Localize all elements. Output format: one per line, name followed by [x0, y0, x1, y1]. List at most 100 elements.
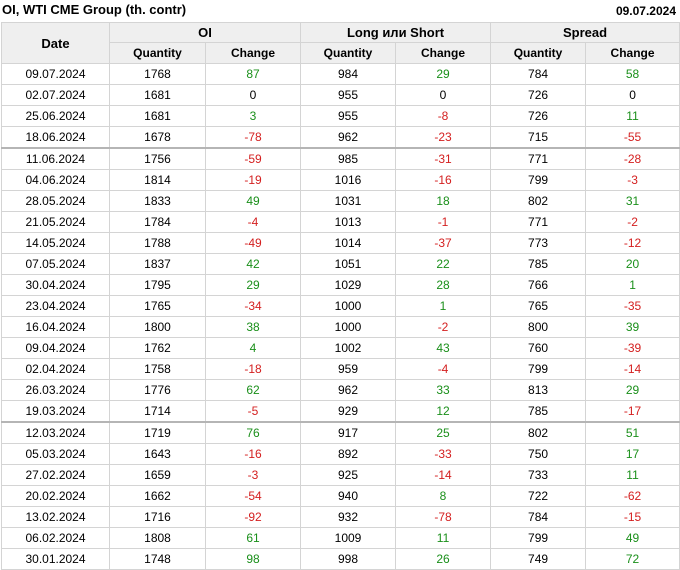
date-cell: 13.02.2024 — [1, 506, 110, 528]
table-row: 09.04.2024 1762 4 1002 43 760 -39 — [1, 337, 680, 359]
oi-quantity-cell: 1795 — [109, 274, 206, 296]
table-row: 19.03.2024 1714 -5 929 12 785 -17 — [1, 400, 680, 423]
oi-change-cell: -16 — [204, 443, 302, 465]
table-row: 26.03.2024 1776 62 962 33 813 29 — [1, 379, 680, 401]
long-short-quantity-cell: 1009 — [300, 527, 397, 549]
oi-change-cell: -59 — [204, 147, 302, 170]
spread-change-cell: 1 — [585, 274, 680, 296]
spread-change-cell: 17 — [585, 443, 680, 465]
table-row: 12.03.2024 1719 76 917 25 802 51 — [1, 421, 680, 444]
long-short-quantity-cell: 929 — [300, 400, 397, 423]
oi-quantity-cell: 1765 — [109, 295, 206, 317]
oi-change-cell: -19 — [204, 169, 302, 191]
long-short-quantity-cell: 959 — [300, 358, 397, 380]
spread-change-cell: -62 — [585, 485, 680, 507]
long-short-change-cell: 0 — [395, 84, 492, 106]
oi-quantity-cell: 1681 — [109, 105, 206, 127]
oi-quantity-cell: 1768 — [109, 63, 206, 85]
long-short-change-cell: 29 — [395, 63, 492, 85]
oi-change-cell: -54 — [204, 485, 302, 507]
oi-quantity-cell: 1681 — [109, 84, 206, 106]
date-cell: 09.07.2024 — [1, 63, 110, 85]
oi-change-cell: 49 — [204, 190, 302, 212]
long-short-change-cell: -23 — [395, 126, 492, 149]
long-short-quantity-cell: 1000 — [300, 295, 397, 317]
spread-quantity-cell: 785 — [490, 253, 587, 275]
long-short-quantity-cell: 962 — [300, 126, 397, 149]
spread-quantity-cell: 799 — [490, 527, 587, 549]
spread-change-cell: -2 — [585, 211, 680, 233]
date-cell: 02.07.2024 — [1, 84, 110, 106]
oi-change-cell: 98 — [204, 548, 302, 570]
spread-group-header: Spread — [490, 22, 680, 43]
long-short-quantity-header: Quantity — [300, 42, 397, 64]
date-cell: 05.03.2024 — [1, 443, 110, 465]
oi-change-cell: -34 — [204, 295, 302, 317]
oi-change-cell: -5 — [204, 400, 302, 423]
long-short-change-cell: 22 — [395, 253, 492, 275]
oi-quantity-cell: 1678 — [109, 126, 206, 149]
spread-change-cell: 51 — [585, 421, 680, 444]
oi-change-cell: 62 — [204, 379, 302, 401]
spread-quantity-cell: 760 — [490, 337, 587, 359]
oi-quantity-cell: 1756 — [109, 147, 206, 170]
date-cell: 27.02.2024 — [1, 464, 110, 486]
spread-change-cell: 0 — [585, 84, 680, 106]
spread-quantity-cell: 802 — [490, 421, 587, 444]
oi-change-cell: -18 — [204, 358, 302, 380]
spread-quantity-cell: 802 — [490, 190, 587, 212]
spread-quantity-header: Quantity — [490, 42, 587, 64]
long-short-quantity-cell: 917 — [300, 421, 397, 444]
spread-change-cell: 72 — [585, 548, 680, 570]
spread-quantity-cell: 785 — [490, 400, 587, 423]
long-short-change-cell: -1 — [395, 211, 492, 233]
long-short-quantity-cell: 940 — [300, 485, 397, 507]
long-short-change-cell: -31 — [395, 147, 492, 170]
oi-change-cell: 61 — [204, 527, 302, 549]
spread-change-cell: -3 — [585, 169, 680, 191]
table-row: 27.02.2024 1659 -3 925 -14 733 11 — [1, 464, 680, 486]
oi-quantity-cell: 1716 — [109, 506, 206, 528]
long-short-change-header: Change — [395, 42, 492, 64]
long-short-change-cell: 43 — [395, 337, 492, 359]
date-cell: 21.05.2024 — [1, 211, 110, 233]
spread-quantity-cell: 726 — [490, 105, 587, 127]
date-cell: 12.03.2024 — [1, 421, 110, 444]
date-cell: 02.04.2024 — [1, 358, 110, 380]
table-row: 25.06.2024 1681 3 955 -8 726 11 — [1, 105, 680, 127]
date-cell: 30.01.2024 — [1, 548, 110, 570]
long-short-change-cell: -2 — [395, 316, 492, 338]
long-short-quantity-cell: 932 — [300, 506, 397, 528]
long-short-quantity-cell: 1002 — [300, 337, 397, 359]
spread-change-cell: 49 — [585, 527, 680, 549]
spread-quantity-cell: 765 — [490, 295, 587, 317]
spread-change-cell: 11 — [585, 105, 680, 127]
spread-quantity-cell: 749 — [490, 548, 587, 570]
oi-quantity-cell: 1758 — [109, 358, 206, 380]
long-short-quantity-cell: 892 — [300, 443, 397, 465]
long-short-change-cell: -33 — [395, 443, 492, 465]
oi-quantity-cell: 1833 — [109, 190, 206, 212]
oi-quantity-cell: 1814 — [109, 169, 206, 191]
table-row: 02.07.2024 1681 0 955 0 726 0 — [1, 84, 680, 106]
spread-change-cell: 11 — [585, 464, 680, 486]
long-short-quantity-cell: 1051 — [300, 253, 397, 275]
long-short-quantity-cell: 1016 — [300, 169, 397, 191]
long-short-group-header: Long или Short — [300, 22, 492, 43]
oi-change-header: Change — [204, 42, 302, 64]
oi-quantity-cell: 1662 — [109, 485, 206, 507]
oi-change-cell: 87 — [204, 63, 302, 85]
oi-change-cell: -92 — [204, 506, 302, 528]
long-short-change-cell: -8 — [395, 105, 492, 127]
oi-quantity-cell: 1788 — [109, 232, 206, 254]
date-cell: 26.03.2024 — [1, 379, 110, 401]
oi-table: Date OI Long или Short Spread Quantity C… — [1, 22, 680, 570]
oi-quantity-header: Quantity — [109, 42, 206, 64]
spread-change-cell: -55 — [585, 126, 680, 149]
table-row: 04.06.2024 1814 -19 1016 -16 799 -3 — [1, 169, 680, 191]
long-short-change-cell: 8 — [395, 485, 492, 507]
table-row: 21.05.2024 1784 -4 1013 -1 771 -2 — [1, 211, 680, 233]
date-cell: 14.05.2024 — [1, 232, 110, 254]
oi-quantity-cell: 1800 — [109, 316, 206, 338]
spread-change-cell: -12 — [585, 232, 680, 254]
